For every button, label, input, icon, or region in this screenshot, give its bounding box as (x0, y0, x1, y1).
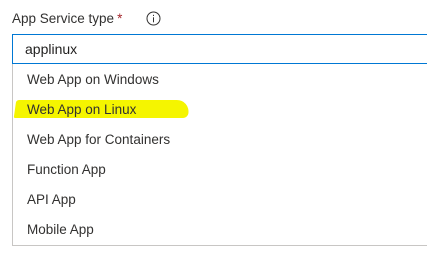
app-service-type-input[interactable]: applinux (12, 34, 427, 64)
option-web-app-linux[interactable]: Web App on Linux (13, 94, 427, 124)
option-label: Web App for Containers (27, 131, 171, 147)
option-web-app-windows[interactable]: Web App on Windows (13, 64, 427, 94)
option-api-app[interactable]: API App (13, 184, 427, 214)
app-service-type-dropdown: Web App on Windows Web App on Linux Web … (12, 64, 427, 246)
field-label-text: App Service type (12, 10, 115, 26)
option-label: API App (27, 191, 76, 207)
field-label: App Service type * (12, 9, 122, 27)
option-mobile-app[interactable]: Mobile App (13, 214, 427, 244)
input-value: applinux (25, 41, 78, 57)
option-function-app[interactable]: Function App (13, 154, 427, 184)
info-icon[interactable] (146, 11, 161, 26)
option-label: Web App on Windows (27, 71, 159, 87)
option-label: Web App on Linux (27, 101, 137, 117)
option-label: Mobile App (27, 221, 94, 237)
option-web-app-containers[interactable]: Web App for Containers (13, 124, 427, 154)
option-label: Function App (27, 161, 106, 177)
required-marker: * (117, 10, 123, 26)
